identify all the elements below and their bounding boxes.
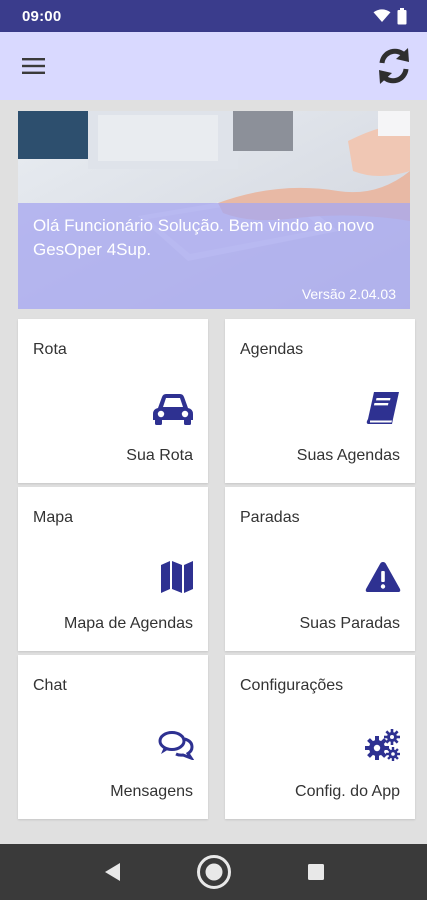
- warning-icon: [357, 559, 401, 595]
- card-configuracoes[interactable]: Configurações Config. do App: [225, 655, 415, 819]
- map-icon: [150, 559, 194, 595]
- card-subtitle: Sua Rota: [126, 447, 193, 464]
- card-title: Paradas: [240, 509, 300, 526]
- system-nav-bar: [0, 844, 427, 900]
- card-title: Agendas: [240, 341, 304, 358]
- recents-icon[interactable]: [296, 852, 336, 892]
- card-subtitle: Mapa de Agendas: [64, 615, 193, 632]
- banner-greeting: Olá Funcionário Solução. Bem vindo ao no…: [33, 216, 375, 259]
- card-title: Mapa: [33, 509, 74, 526]
- app-bar: [0, 32, 427, 100]
- card-title: Configurações: [240, 677, 344, 694]
- wifi-icon: [373, 9, 391, 23]
- hamburger-menu-icon[interactable]: [22, 57, 46, 75]
- card-subtitle: Config. do App: [295, 783, 400, 800]
- card-rota[interactable]: Rota Sua Rota: [18, 319, 208, 483]
- welcome-banner: Olá Funcionário Solução. Bem vindo ao no…: [18, 111, 410, 309]
- book-icon: [357, 391, 401, 427]
- card-chat[interactable]: Chat Mensagens: [18, 655, 208, 819]
- card-subtitle: Mensagens: [110, 783, 193, 800]
- battery-icon: [397, 7, 407, 25]
- status-time: 09:00: [22, 7, 62, 25]
- card-paradas[interactable]: Paradas Suas Paradas: [225, 487, 415, 651]
- card-title: Rota: [33, 341, 67, 358]
- status-bar: 09:00: [0, 0, 427, 32]
- card-subtitle: Suas Paradas: [299, 615, 400, 632]
- card-title: Chat: [33, 677, 67, 694]
- home-content: Olá Funcionário Solução. Bem vindo ao no…: [0, 100, 427, 844]
- app-version: Versão 2.04.03: [301, 286, 396, 302]
- gears-icon: [357, 727, 401, 763]
- card-subtitle: Suas Agendas: [296, 447, 400, 464]
- status-icons: [373, 7, 407, 25]
- back-icon[interactable]: [92, 852, 132, 892]
- car-icon: [150, 391, 194, 427]
- home-icon[interactable]: [194, 852, 234, 892]
- sync-icon[interactable]: [377, 47, 411, 85]
- card-agendas[interactable]: Agendas Suas Agendas: [225, 319, 415, 483]
- chat-icon: [150, 727, 194, 763]
- card-mapa[interactable]: Mapa Mapa de Agendas: [18, 487, 208, 651]
